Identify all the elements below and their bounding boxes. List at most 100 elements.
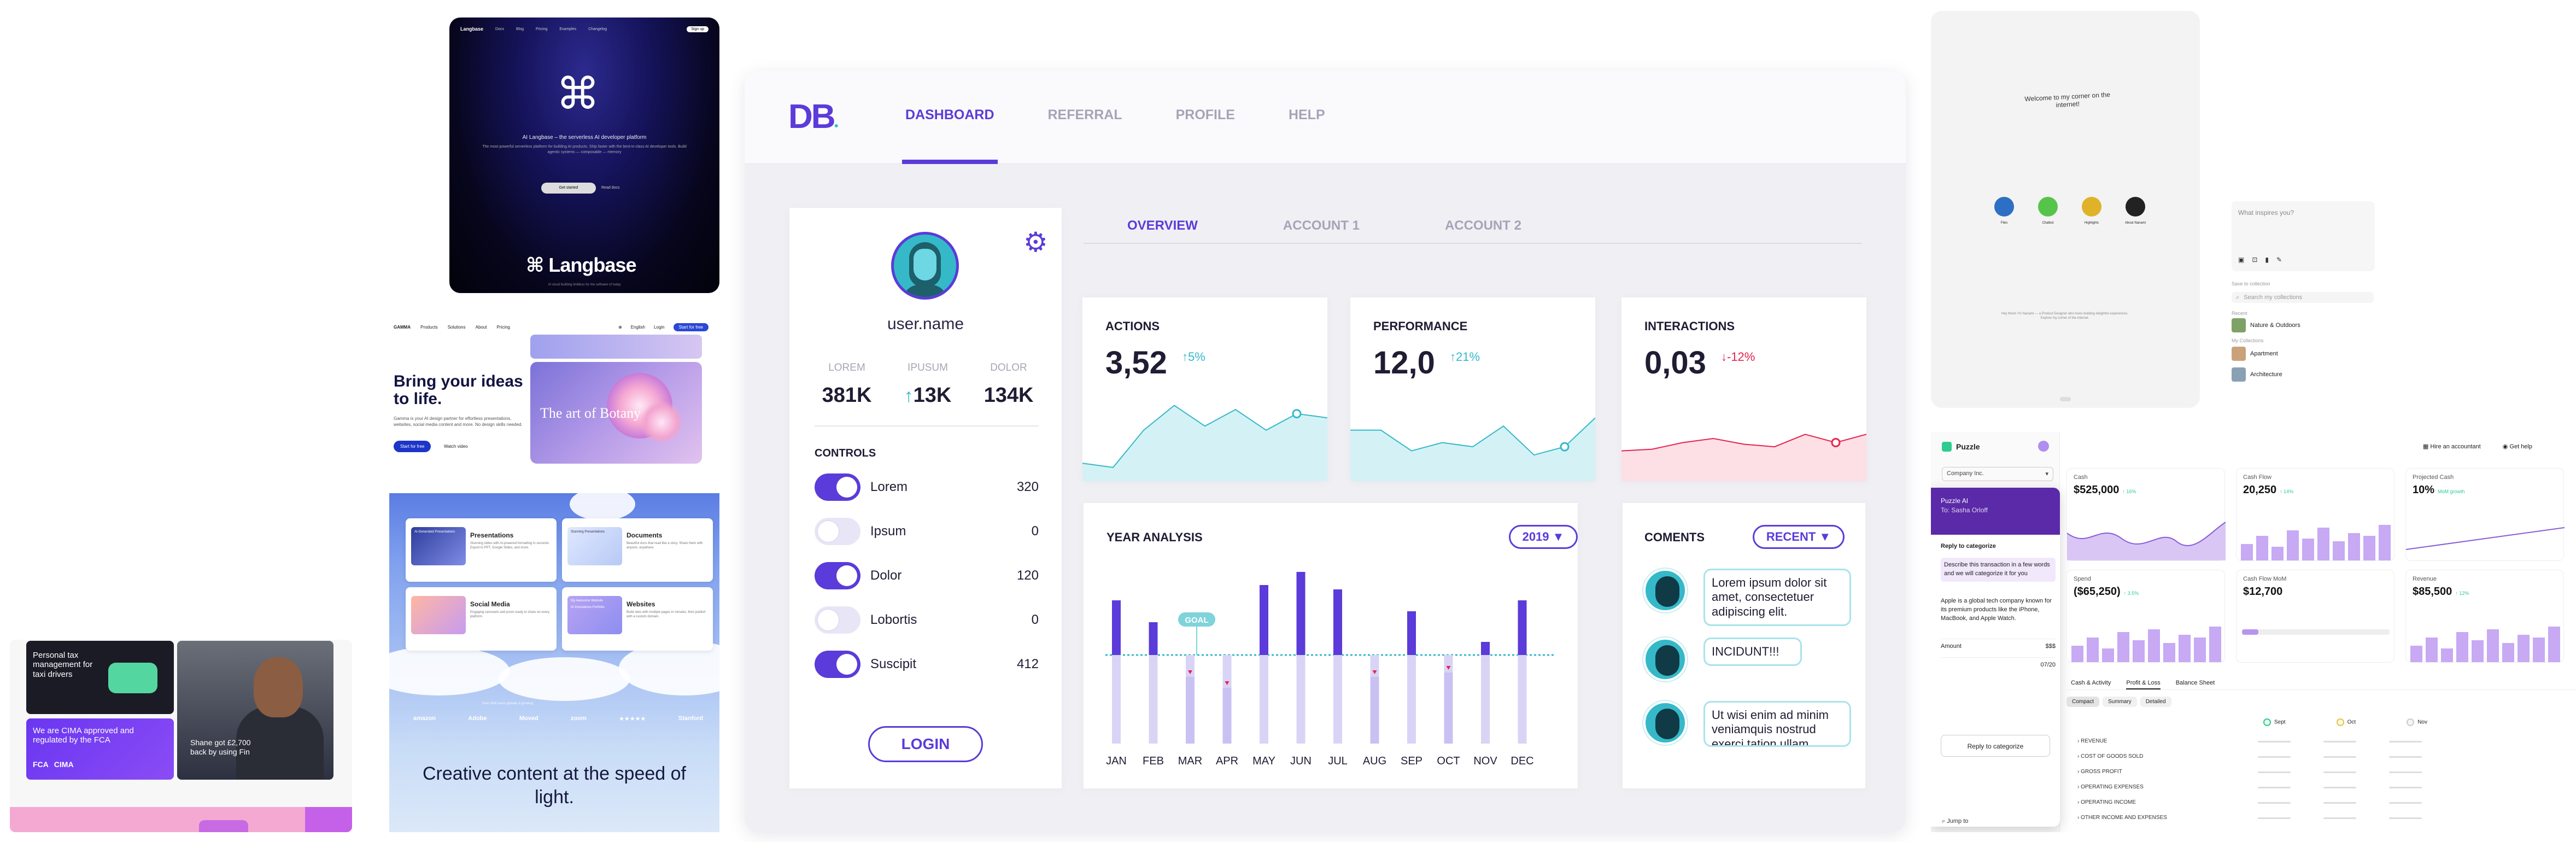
pl-row[interactable]: › OPERATING EXPENSES (2077, 784, 2569, 790)
bar-negative[interactable] (1222, 688, 1232, 744)
comment-item[interactable]: Lorem ipsum dolor sit amet, consectetuer… (1643, 569, 1857, 627)
gamma-nav-link[interactable]: Pricing (497, 325, 510, 330)
gear-icon[interactable]: ⚙ (1023, 229, 1048, 256)
tab-profit-loss[interactable]: Profit & Loss (2126, 676, 2161, 689)
bar-positive[interactable] (1333, 589, 1342, 655)
collection-search[interactable]: ⌕ Search my collections (2232, 292, 2374, 303)
pill-compact[interactable]: Compact (2066, 697, 2100, 707)
pl-row[interactable]: › COST OF GOODS SOLD (2077, 753, 2569, 759)
langbase-nav-link[interactable]: Examples (559, 27, 576, 31)
db-logo[interactable]: DB● (788, 97, 839, 136)
pill-summary[interactable]: Summary (2103, 697, 2137, 707)
comment-item[interactable]: Ut wisi enim ad minim veniamquis nostrud… (1643, 701, 1857, 783)
bar-negative[interactable] (1444, 673, 1453, 744)
gamma-watch-video-link[interactable]: Watch video (444, 441, 468, 452)
pl-row[interactable]: › GROSS PROFIT (2077, 769, 2569, 775)
year-select[interactable]: 2019 ▼ (1509, 525, 1578, 549)
tab-cash-activity[interactable]: Cash & Activity (2071, 676, 2111, 689)
tab-profile[interactable]: PROFILE (1176, 71, 1235, 164)
collection-item[interactable]: Architecture (2232, 367, 2374, 382)
about-app[interactable]: About Nanami (2119, 197, 2152, 225)
langbase-signup-button[interactable]: Sign up (687, 26, 709, 32)
gamma-start-button[interactable]: Start for free (394, 441, 431, 452)
langbase-nav-link[interactable]: Pricing (536, 27, 547, 31)
control-toggle[interactable] (815, 606, 860, 634)
comment-item[interactable]: INCIDUNT!!! (1643, 638, 1857, 681)
bar-negative[interactable] (1186, 677, 1195, 744)
langbase-nav-link[interactable]: Blog (516, 27, 524, 31)
control-toggle[interactable] (815, 651, 860, 678)
company-select[interactable]: Company Inc. ▾ (1942, 467, 2053, 481)
hire-accountant-button[interactable]: ▦ Hire an accountant (2423, 443, 2481, 450)
pl-row[interactable]: › OPERATING INCOME (2077, 799, 2569, 805)
pill-detailed[interactable]: Detailed (2140, 697, 2171, 707)
gamma-login-link[interactable]: Login (654, 325, 665, 330)
metric-card[interactable]: Projected Cash 10% MoM growth (2405, 468, 2565, 561)
collection-item[interactable]: Nature & Outdoors (2232, 318, 2374, 332)
gamma-tile-presentations[interactable]: AI-Generated Presentations Presentations… (406, 518, 557, 582)
tab-balance-sheet[interactable]: Balance Sheet (2176, 676, 2215, 689)
metric-card[interactable]: Spend ($65,250) ↑ 3.5% (2066, 570, 2225, 663)
langbase-nav-link[interactable]: Changelog (588, 27, 607, 31)
gamma-nav-link[interactable]: Products (420, 325, 438, 330)
tab-dashboard[interactable]: DASHBOARD (902, 71, 997, 164)
langbase-read-docs-link[interactable]: Read docs (601, 183, 619, 194)
langbase-get-started-button[interactable]: Get started (541, 183, 596, 194)
globe-icon[interactable]: ⊕ (618, 325, 622, 330)
jump-to[interactable]: ⌕ Jump to (1942, 818, 1968, 825)
control-toggle[interactable] (815, 562, 860, 589)
pl-row[interactable]: › REVENUE (2077, 738, 2569, 744)
tab-overview[interactable]: OVERVIEW (1127, 208, 1198, 243)
comments-sort-select[interactable]: RECENT ▼ (1753, 525, 1845, 549)
crop-icon[interactable]: ⊡ (2252, 256, 2257, 264)
langbase-nav-link[interactable]: Docs (495, 27, 504, 31)
bar-positive[interactable] (1260, 585, 1268, 655)
gamma-signup-button[interactable]: Start for free (673, 323, 709, 331)
bookmark-icon[interactable]: ▮ (2265, 256, 2269, 264)
puzzle-brand[interactable]: Puzzle (1942, 442, 1980, 452)
kpi-card[interactable]: PERFORMANCE 12,0 ↑21% (1350, 297, 1595, 481)
metric-card[interactable]: Cash Flow MoM $12,700 (2236, 570, 2394, 663)
tab-account-2[interactable]: ACCOUNT 2 (1445, 208, 1521, 243)
bar-positive[interactable] (1296, 572, 1305, 655)
metric-card[interactable]: Revenue $85,500 ↑ 12% (2405, 570, 2564, 663)
gamma-tile-websites[interactable]: My Awesome Website AI Innovations Portfol… (562, 587, 713, 651)
tab-referral[interactable]: REFERRAL (1048, 71, 1122, 164)
bar-positive[interactable] (1112, 600, 1121, 655)
bar-negative[interactable] (1370, 677, 1379, 744)
gamma-tile-documents[interactable]: Stunning Presentations Documents Beautif… (562, 518, 713, 582)
files-app[interactable]: Files (1988, 197, 2021, 225)
reply-button[interactable]: Reply to categorize (1941, 735, 2050, 757)
control-toggle[interactable] (815, 518, 860, 545)
bar-positive[interactable] (1149, 622, 1158, 655)
pl-row[interactable]: › OTHER INCOME AND EXPENSES (2077, 815, 2569, 821)
comment-bubble: INCIDUNT!!! (1703, 638, 1802, 666)
metric-card[interactable]: Cash $525,000 ↑ 16% (2066, 468, 2226, 561)
metric-card[interactable]: Cash Flow 20,250 ↑ 14% (2236, 468, 2394, 561)
langbase-nav-logo[interactable]: Langbase (460, 26, 483, 32)
gamma-language[interactable]: English (631, 325, 645, 330)
tab-account-1[interactable]: ACCOUNT 1 (1283, 208, 1360, 243)
get-help-button[interactable]: ◉ Get help (2503, 443, 2532, 450)
highlights-app[interactable]: Highlights (2075, 197, 2108, 225)
bar-positive[interactable] (1407, 611, 1416, 655)
bar-positive[interactable] (1518, 600, 1527, 655)
inspiration-input[interactable]: What inspires you? ▣ ⊡ ▮ ✎ (2232, 201, 2375, 271)
bar-positive[interactable] (1481, 642, 1490, 655)
control-toggle[interactable] (815, 473, 860, 501)
home-indicator[interactable] (2060, 397, 2071, 401)
avatar[interactable] (891, 232, 959, 300)
gamma-nav-link[interactable]: About (476, 325, 487, 330)
collection-item[interactable]: Apartment (2232, 347, 2374, 361)
gamma-tile-social[interactable]: Social Media Engaging carousels and post… (406, 587, 557, 651)
tab-help[interactable]: HELP (1289, 71, 1325, 164)
kpi-card[interactable]: INTERACTIONS 0,03 ↓-12% (1621, 297, 1866, 481)
login-button[interactable]: LOGIN (868, 726, 983, 762)
kpi-card[interactable]: ACTIONS 3,52 ↑5% (1082, 297, 1327, 481)
user-avatar[interactable] (2038, 441, 2049, 452)
pen-icon[interactable]: ✎ (2276, 256, 2282, 264)
chatbot-app[interactable]: Chatbot (2031, 197, 2064, 225)
image-icon[interactable]: ▣ (2238, 256, 2244, 264)
gamma-nav-link[interactable]: Solutions (448, 325, 466, 330)
gamma-logo[interactable]: GAMMA (394, 325, 411, 330)
